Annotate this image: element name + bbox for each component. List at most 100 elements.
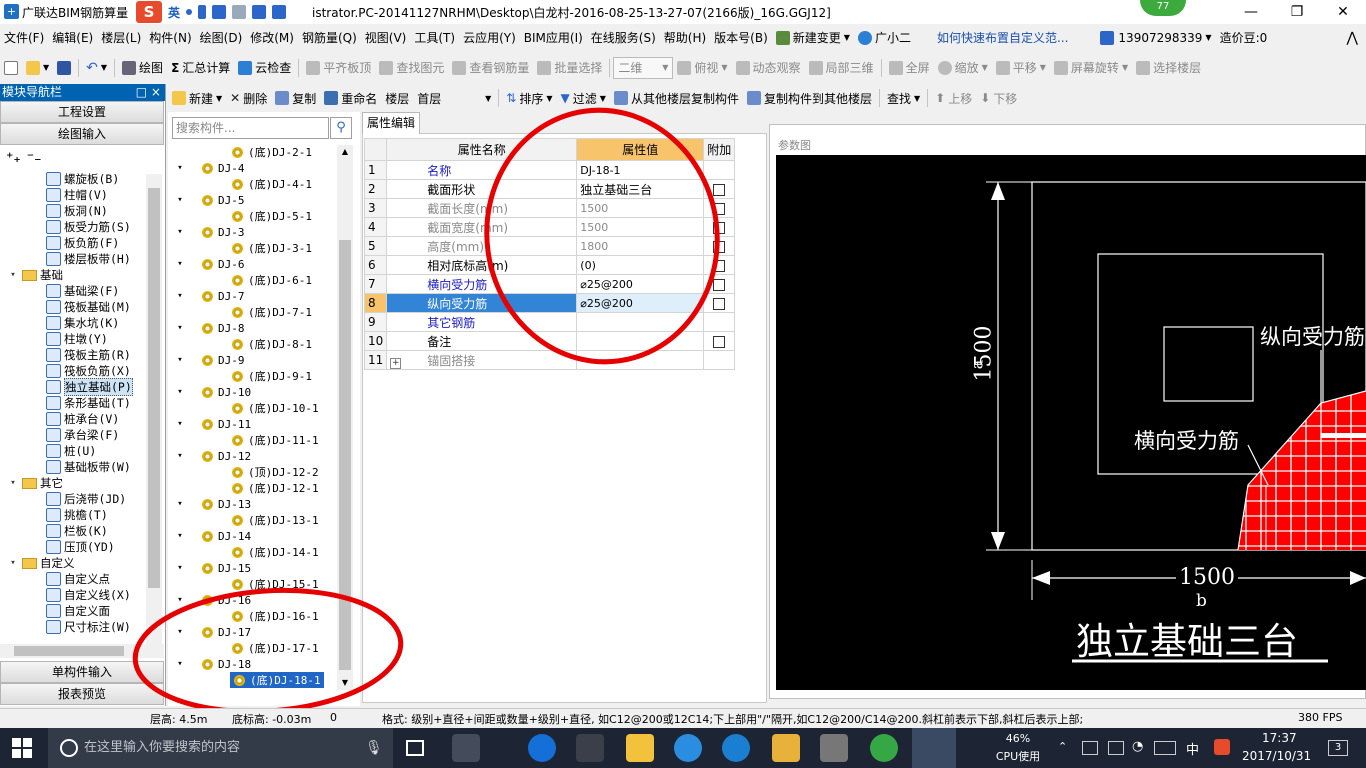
- expand-toggle-icon[interactable]: ▾: [174, 195, 186, 205]
- batch-select-button[interactable]: 批量选择: [533, 57, 606, 79]
- shirt-icon[interactable]: [252, 5, 267, 19]
- property-extra-header[interactable]: 附加: [703, 138, 736, 161]
- close-button[interactable]: ✕: [1320, 0, 1366, 24]
- score-badge[interactable]: 77: [1140, 0, 1186, 16]
- component-group[interactable]: ▾ DJ-10: [174, 384, 334, 400]
- task-view-icon[interactable]: [406, 740, 424, 756]
- menu-cloud[interactable]: 云应用(Y): [459, 26, 520, 50]
- property-value-cell[interactable]: [576, 331, 705, 351]
- view-rebar-button[interactable]: 查看钢筋量: [448, 57, 533, 79]
- expand-toggle-icon[interactable]: ▾: [174, 323, 186, 333]
- nav-item[interactable]: 桩(U): [0, 443, 165, 459]
- property-value-cell[interactable]: [576, 312, 705, 332]
- open-button[interactable]: ▼: [22, 57, 53, 79]
- sogou-logo-icon[interactable]: S: [136, 1, 162, 23]
- component-search-input[interactable]: 搜索构件...: [172, 117, 329, 139]
- component-item[interactable]: (底)DJ-9-1: [174, 368, 334, 384]
- component-item[interactable]: (底)DJ-6-1: [174, 272, 334, 288]
- nav-item[interactable]: 尺寸标注(W): [0, 619, 165, 635]
- windows-start-icon[interactable]: [12, 738, 32, 758]
- clock-time[interactable]: 17:37: [1262, 731, 1297, 745]
- drawing-input-button[interactable]: 绘图输入: [0, 123, 164, 145]
- nav-hscroll-thumb[interactable]: [14, 646, 124, 656]
- keyboard-icon[interactable]: [212, 5, 227, 19]
- component-group[interactable]: ▾ DJ-6: [174, 256, 334, 272]
- property-row[interactable]: 2 截面形状 独立基础三台: [363, 179, 736, 199]
- draw-button[interactable]: 绘图: [118, 57, 167, 79]
- help-link[interactable]: 如何快速布置自定义范...: [933, 26, 1072, 50]
- property-name-header[interactable]: 属性名称: [386, 138, 578, 161]
- component-item[interactable]: (底)DJ-10-1: [174, 400, 334, 416]
- property-row[interactable]: 8 纵向受力筋 ⌀25@200: [363, 293, 736, 313]
- property-value-header[interactable]: 属性值: [576, 138, 705, 161]
- property-value-cell[interactable]: ⌀25@200: [576, 293, 705, 313]
- nav-item[interactable]: 栏板(K): [0, 523, 165, 539]
- attach-checkbox[interactable]: [713, 259, 726, 272]
- sort-button[interactable]: ⇅ 排序 ▼: [502, 87, 556, 109]
- nav-item[interactable]: 自定义点: [0, 571, 165, 587]
- minimize-button[interactable]: —: [1228, 0, 1274, 24]
- expand-toggle-icon[interactable]: ▾: [8, 270, 18, 280]
- component-group[interactable]: ▾ DJ-5: [174, 192, 334, 208]
- rotate-button[interactable]: 屏幕旋转 ▼: [1050, 57, 1132, 79]
- attach-checkbox[interactable]: [713, 221, 726, 234]
- attach-checkbox[interactable]: [713, 240, 726, 253]
- tab-property-edit[interactable]: 属性编辑: [362, 112, 420, 134]
- attach-checkbox[interactable]: [713, 278, 726, 291]
- single-component-input-button[interactable]: 单构件输入: [0, 661, 164, 683]
- property-name-cell[interactable]: + 锚固搭接: [386, 350, 578, 370]
- component-group[interactable]: ▾ DJ-7: [174, 288, 334, 304]
- component-scrollbar[interactable]: ▲ ▼: [337, 145, 353, 690]
- component-group[interactable]: ▾ DJ-13: [174, 496, 334, 512]
- nav-scrollbar[interactable]: [146, 174, 162, 644]
- ime-toolbar[interactable]: S 英: [133, 0, 313, 24]
- component-item[interactable]: (底)DJ-12-1: [174, 480, 334, 496]
- new-file-button[interactable]: [0, 57, 22, 79]
- component-group[interactable]: ▾ DJ-16: [174, 592, 334, 608]
- expand-toggle-icon[interactable]: ▾: [8, 478, 18, 488]
- nav-item[interactable]: 挑檐(T): [0, 507, 165, 523]
- component-group[interactable]: ▾ DJ-4: [174, 160, 334, 176]
- punctuation-icon[interactable]: [186, 9, 193, 15]
- component-group[interactable]: ▾ DJ-8: [174, 320, 334, 336]
- component-group[interactable]: ▾ DJ-14: [174, 528, 334, 544]
- component-scroll-thumb[interactable]: [339, 240, 351, 670]
- component-group[interactable]: ▾ DJ-12: [174, 448, 334, 464]
- component-item[interactable]: (底)DJ-8-1: [174, 336, 334, 352]
- nav-hscrollbar[interactable]: [0, 644, 164, 658]
- property-value-cell[interactable]: (0): [576, 255, 705, 275]
- expand-toggle-icon[interactable]: ▾: [174, 627, 186, 637]
- nav-item[interactable]: 桩承台(V): [0, 411, 165, 427]
- nav-item[interactable]: 筏板基础(M): [0, 299, 165, 315]
- component-item[interactable]: (底)DJ-15-1: [174, 576, 334, 592]
- ime-indicator[interactable]: 中: [1186, 739, 1199, 758]
- select-floor-button[interactable]: 选择楼层: [1132, 57, 1205, 79]
- bird-view-button[interactable]: 俯视 ▼: [673, 57, 731, 79]
- nav-item[interactable]: 后浇带(JD): [0, 491, 165, 507]
- move-down-button[interactable]: ⬇ 下移: [976, 87, 1021, 109]
- component-item[interactable]: (底)DJ-3-1: [174, 240, 334, 256]
- nav-item[interactable]: 承台梁(F): [0, 427, 165, 443]
- property-name-cell[interactable]: 高度(mm): [386, 236, 578, 256]
- network-icon[interactable]: ◔: [1132, 739, 1143, 754]
- property-name-cell[interactable]: 横向受力筋: [386, 274, 578, 294]
- component-group[interactable]: ▾ DJ-9: [174, 352, 334, 368]
- pan-button[interactable]: 平移 ▼: [992, 57, 1050, 79]
- menu-tools[interactable]: 工具(T): [410, 26, 459, 50]
- property-row[interactable]: 3 截面长度(mm) 1500: [363, 198, 736, 218]
- expand-toggle-icon[interactable]: ▾: [174, 355, 186, 365]
- copy-from-floor-button[interactable]: 从其他楼层复制构件: [610, 87, 743, 109]
- expand-toggle-icon[interactable]: ▾: [174, 499, 186, 509]
- component-item[interactable]: (底)DJ-16-1: [174, 608, 334, 624]
- menu-floor[interactable]: 楼层(L): [97, 26, 145, 50]
- component-item[interactable]: (底)DJ-13-1: [174, 512, 334, 528]
- property-row[interactable]: 5 高度(mm) 1800: [363, 236, 736, 256]
- nav-folder[interactable]: ▾ 其它: [0, 475, 165, 491]
- attach-checkbox[interactable]: [713, 297, 726, 310]
- microphone-icon[interactable]: 🎙: [365, 740, 383, 756]
- local-3d-button[interactable]: 局部三维: [805, 57, 878, 79]
- component-item[interactable]: (底)DJ-5-1: [174, 208, 334, 224]
- nav-folder[interactable]: ▾ 自定义: [0, 555, 165, 571]
- property-row[interactable]: 6 相对底标高(m) (0): [363, 255, 736, 275]
- nav-item[interactable]: 基础板带(W): [0, 459, 165, 475]
